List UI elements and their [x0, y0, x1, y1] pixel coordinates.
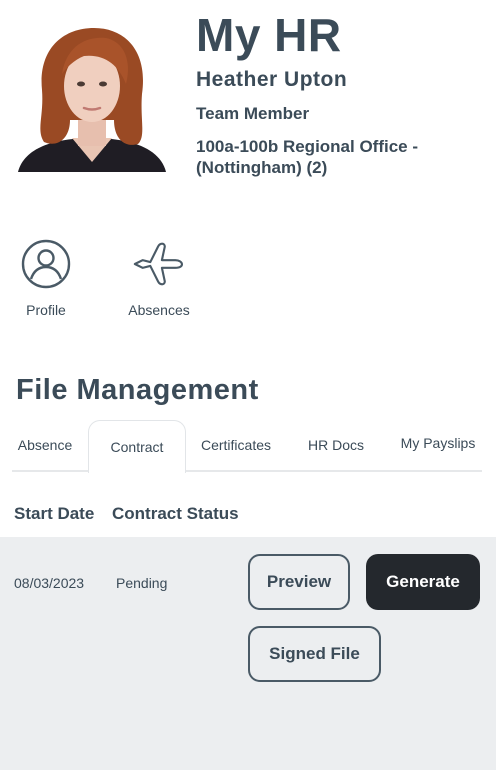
file-tabs: Absence Contract Certificates HR Docs My… — [12, 420, 484, 473]
column-start-date: Start Date — [14, 504, 95, 523]
absences-label: Absences — [128, 302, 190, 318]
user-office: 100a-100b Regional Office - (Nottingham)… — [196, 137, 419, 177]
signed-file-button[interactable]: Signed File — [248, 626, 381, 682]
tabs-divider — [12, 470, 482, 472]
tab-absence[interactable]: Absence — [12, 420, 78, 470]
tab-my-payslips[interactable]: My Payslips — [392, 420, 484, 466]
airplane-icon — [131, 236, 187, 292]
avatar — [14, 20, 170, 172]
user-role: Team Member — [196, 104, 310, 123]
tab-contract[interactable]: Contract — [88, 420, 186, 473]
column-contract-status: Contract Status — [112, 504, 239, 523]
user-circle-icon — [18, 236, 74, 292]
file-management-title: File Management — [16, 374, 259, 406]
profile-link[interactable]: Profile — [18, 236, 74, 318]
profile-label: Profile — [26, 302, 66, 318]
table-row: 08/03/2023 Pending Preview Generate Sign… — [0, 537, 496, 770]
employee-photo — [18, 28, 166, 172]
tab-certificates[interactable]: Certificates — [192, 420, 280, 470]
absences-link[interactable]: Absences — [124, 236, 194, 318]
app-title: My HR — [196, 9, 342, 61]
status-value: Pending — [116, 575, 168, 591]
user-name: Heather Upton — [196, 68, 348, 91]
profile-header: My HR Heather Upton Team Member 100a-100… — [0, 0, 496, 200]
tab-hr-docs[interactable]: HR Docs — [300, 420, 372, 470]
preview-button[interactable]: Preview — [248, 554, 350, 610]
start-date-value: 08/03/2023 — [14, 575, 85, 591]
generate-button[interactable]: Generate — [366, 554, 480, 610]
